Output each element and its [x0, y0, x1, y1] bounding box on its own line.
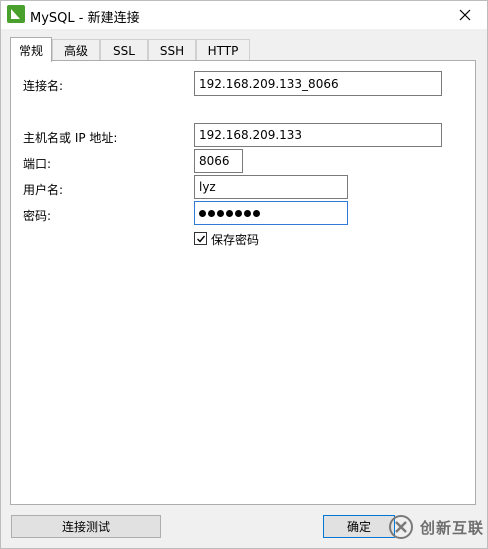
ok-button[interactable]: 确定 — [323, 515, 395, 538]
username-label: 用户名: — [23, 183, 64, 197]
tab-label: SSH — [159, 43, 185, 58]
password-dot — [199, 209, 206, 217]
tab-label: 常规 — [18, 43, 43, 58]
password-dot — [244, 209, 251, 217]
save-password-label[interactable]: 保存密码 — [211, 231, 259, 248]
password-mask — [199, 209, 260, 217]
window-title: MySQL - 新建连接 — [30, 11, 140, 26]
watermark-text: 创新互联 — [420, 518, 485, 537]
password-field[interactable] — [194, 201, 348, 225]
save-password-checkbox[interactable] — [194, 232, 207, 245]
tab-label: 高级 — [63, 44, 88, 58]
tab-http[interactable]: HTTP — [196, 39, 250, 61]
host-field[interactable]: 192.168.209.133 — [194, 123, 442, 147]
close-icon — [459, 9, 471, 21]
port-label: 端口: — [23, 157, 52, 171]
check-icon — [196, 235, 205, 243]
password-dot — [208, 209, 215, 217]
password-label: 密码: — [23, 209, 52, 223]
tab-general[interactable]: 常规 — [10, 37, 52, 62]
tab-label: SSL — [113, 43, 135, 58]
close-button[interactable] — [443, 1, 487, 29]
password-dot — [217, 209, 224, 217]
general-panel: 连接名: 192.168.209.133_8066 主机名或 IP 地址: 19… — [10, 60, 476, 505]
password-dot — [235, 209, 242, 217]
connection-name-label: 连接名: — [23, 79, 64, 93]
navicat-leaf-icon — [7, 5, 25, 23]
tab-label: HTTP — [207, 43, 239, 58]
password-dot — [253, 209, 260, 217]
watermark: 创新互联 — [388, 510, 488, 544]
chuangxin-logo-icon — [389, 515, 413, 539]
title-bar: MySQL - 新建连接 — [1, 1, 487, 29]
tab-ssl[interactable]: SSL — [100, 39, 148, 61]
tab-advanced[interactable]: 高级 — [52, 39, 100, 61]
port-field[interactable]: 8066 — [194, 149, 243, 173]
username-field[interactable]: lyz — [194, 175, 348, 199]
password-dot — [226, 209, 233, 217]
dialog-window: MySQL - 新建连接 常规 高级 SSL SSH HTTP 连接名: 192… — [0, 0, 488, 549]
connection-name-field[interactable]: 192.168.209.133_8066 — [194, 71, 442, 96]
host-label: 主机名或 IP 地址: — [23, 131, 118, 145]
test-connection-button[interactable]: 连接测试 — [11, 515, 161, 538]
tab-ssh[interactable]: SSH — [148, 39, 196, 61]
